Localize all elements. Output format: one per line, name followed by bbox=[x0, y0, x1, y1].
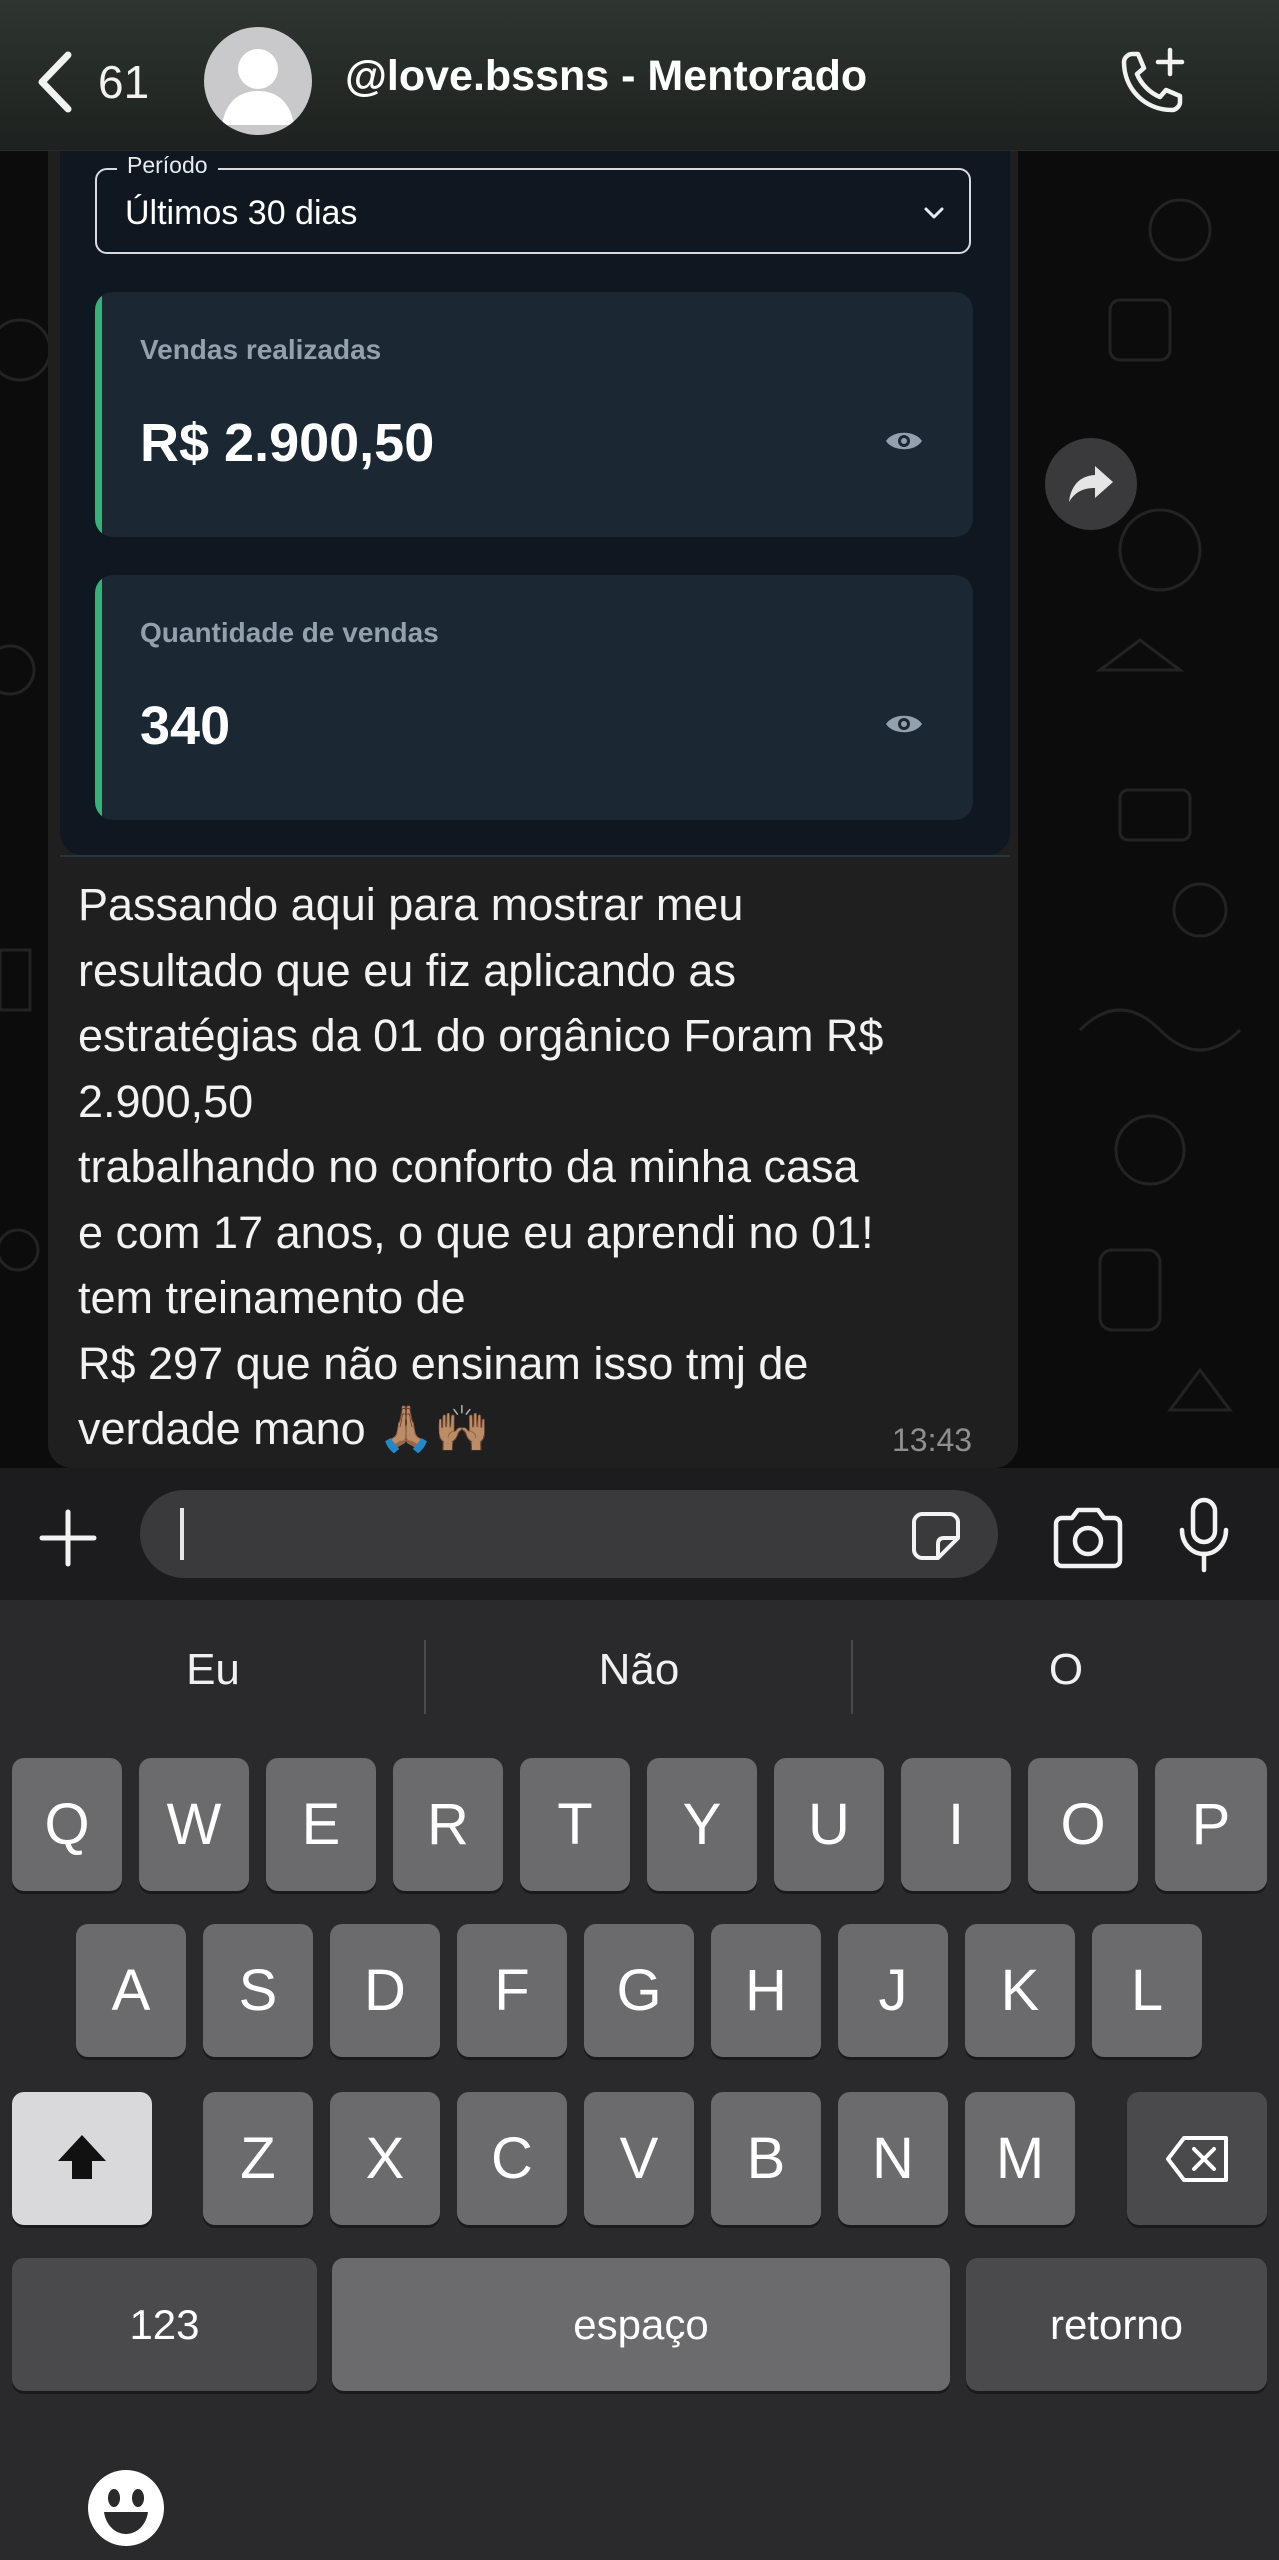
suggestion-1[interactable]: Eu bbox=[0, 1630, 426, 1710]
period-select: Período Últimos 30 dias bbox=[95, 152, 971, 254]
quantity-card: Quantidade de vendas 340 bbox=[95, 575, 973, 820]
shift-key[interactable] bbox=[12, 2092, 152, 2225]
eye-icon bbox=[886, 715, 922, 733]
key-f[interactable]: F bbox=[457, 1924, 567, 2057]
back-button[interactable]: 61 bbox=[30, 42, 190, 122]
key-n[interactable]: N bbox=[838, 2092, 948, 2225]
key-o[interactable]: O bbox=[1028, 1758, 1138, 1891]
camera-icon[interactable] bbox=[1050, 1506, 1126, 1570]
quantity-card-label: Quantidade de vendas bbox=[140, 617, 439, 648]
sticker-icon[interactable] bbox=[908, 1508, 964, 1564]
numbers-key[interactable]: 123 bbox=[12, 2258, 317, 2391]
key-h[interactable]: H bbox=[711, 1924, 821, 2057]
key-q[interactable]: Q bbox=[12, 1758, 122, 1891]
image-divider bbox=[60, 855, 1010, 857]
key-b[interactable]: B bbox=[711, 2092, 821, 2225]
key-u[interactable]: U bbox=[774, 1758, 884, 1891]
key-v[interactable]: V bbox=[584, 2092, 694, 2225]
key-g[interactable]: G bbox=[584, 1924, 694, 2057]
unread-count: 61 bbox=[98, 56, 150, 108]
microphone-icon[interactable] bbox=[1176, 1496, 1232, 1576]
forward-icon bbox=[1069, 466, 1113, 502]
key-p[interactable]: P bbox=[1155, 1758, 1267, 1891]
key-y[interactable]: Y bbox=[647, 1758, 757, 1891]
chevron-down-icon bbox=[924, 207, 944, 219]
message-text: Passando aqui para mostrar meu resultado… bbox=[78, 879, 884, 1454]
key-x[interactable]: X bbox=[330, 2092, 440, 2225]
sales-card: Vendas realizadas R$ 2.900,50 bbox=[95, 292, 973, 537]
key-w[interactable]: W bbox=[139, 1758, 249, 1891]
key-s[interactable]: S bbox=[203, 1924, 313, 2057]
suggestion-2[interactable]: Não bbox=[426, 1630, 852, 1710]
key-z[interactable]: Z bbox=[203, 2092, 313, 2225]
backspace-icon bbox=[1166, 2135, 1228, 2182]
chat-header: 61 @love.bssns - Mentorado bbox=[0, 0, 1279, 151]
key-c[interactable]: C bbox=[457, 2092, 567, 2225]
key-d[interactable]: D bbox=[330, 1924, 440, 2057]
composer-bar bbox=[0, 1468, 1279, 1600]
sales-card-label: Vendas realizadas bbox=[140, 334, 382, 365]
avatar[interactable] bbox=[204, 27, 312, 135]
key-a[interactable]: A bbox=[76, 1924, 186, 2057]
period-label: Período bbox=[117, 152, 218, 179]
return-key[interactable]: retorno bbox=[966, 2258, 1267, 2391]
key-m[interactable]: M bbox=[965, 2092, 1075, 2225]
message-input[interactable] bbox=[140, 1490, 998, 1578]
emoji-icon[interactable] bbox=[86, 2468, 166, 2548]
period-value: Últimos 30 dias bbox=[125, 194, 358, 232]
message-time: 13:43 bbox=[892, 1422, 973, 1458]
chevron-left-icon bbox=[38, 51, 72, 113]
key-e[interactable]: E bbox=[266, 1758, 376, 1891]
key-r[interactable]: R bbox=[393, 1758, 503, 1891]
shift-icon bbox=[58, 2134, 106, 2179]
keyboard: Eu Não O Q W E R T Y U I O P A S D F G H… bbox=[0, 1600, 1279, 2560]
key-i[interactable]: I bbox=[901, 1758, 1011, 1891]
eye-icon bbox=[886, 432, 922, 450]
key-l[interactable]: L bbox=[1092, 1924, 1202, 2057]
sales-card-value: R$ 2.900,50 bbox=[140, 413, 435, 473]
quantity-card-value: 340 bbox=[140, 696, 231, 756]
suggestion-3[interactable]: O bbox=[853, 1630, 1279, 1710]
add-call-button[interactable] bbox=[1110, 44, 1190, 124]
chat-area[interactable]: Período Últimos 30 dias Vendas realizada… bbox=[0, 150, 1279, 1468]
backspace-key[interactable] bbox=[1127, 2092, 1267, 2225]
forward-button[interactable] bbox=[1045, 438, 1137, 530]
chat-title[interactable]: @love.bssns - Mentorado bbox=[345, 52, 867, 101]
phone-plus-icon bbox=[1121, 47, 1185, 113]
space-key[interactable]: espaço bbox=[332, 2258, 950, 2391]
key-k[interactable]: K bbox=[965, 1924, 1075, 2057]
person-icon bbox=[222, 49, 294, 125]
key-t[interactable]: T bbox=[520, 1758, 630, 1891]
plus-icon[interactable] bbox=[36, 1506, 100, 1570]
text-caret bbox=[180, 1508, 184, 1560]
key-j[interactable]: J bbox=[838, 1924, 948, 2057]
